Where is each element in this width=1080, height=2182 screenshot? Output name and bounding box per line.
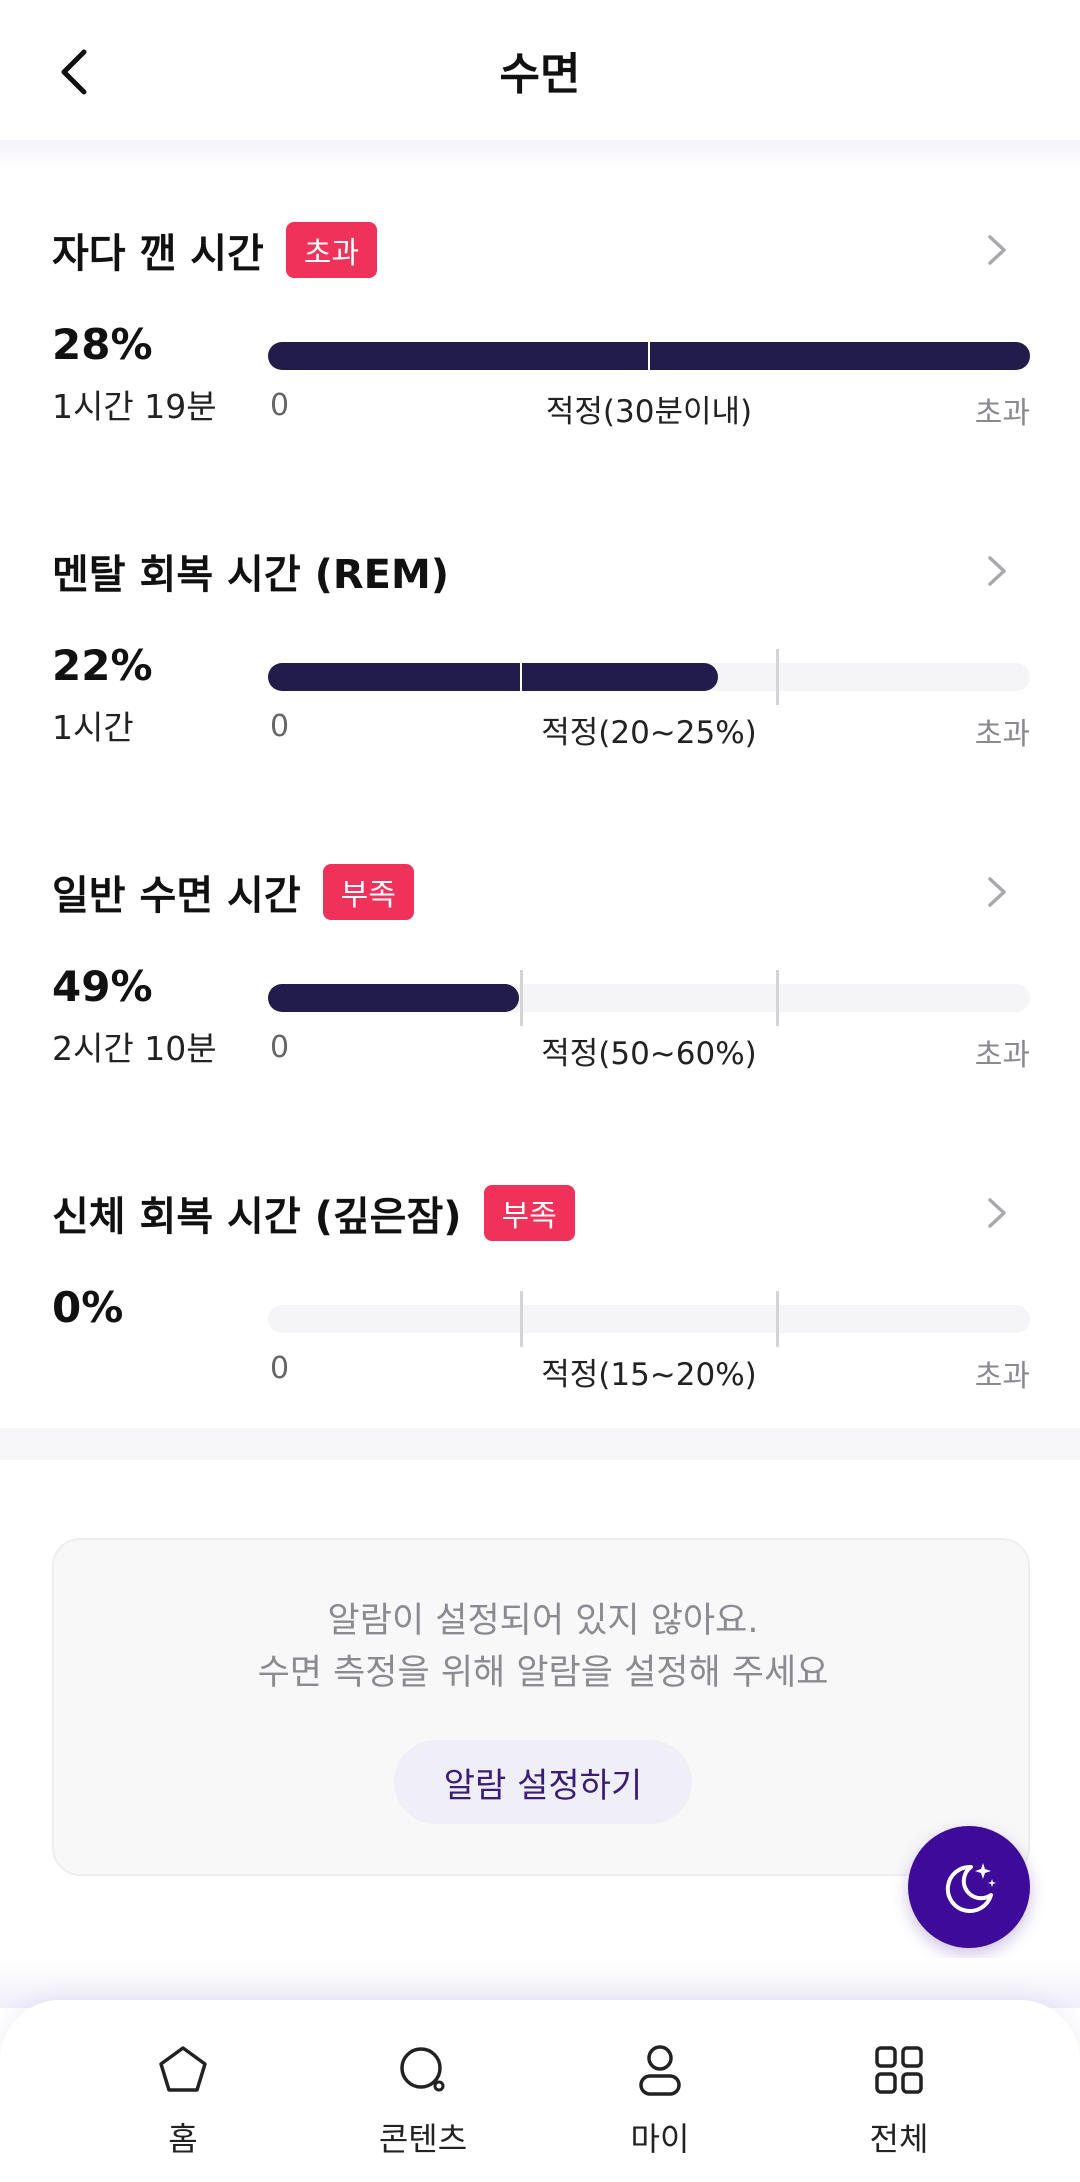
metric-rem-time[interactable]: 멘탈 회복 시간 (REM) 22% 1시간 0 적정(20~25%) 초과: [0, 541, 1080, 841]
alarm-message-line1: 알람이 설정되어 있지 않아요.: [327, 1601, 759, 1641]
progress-fill: [268, 984, 520, 1012]
chevron-right-icon[interactable]: [978, 553, 1014, 589]
metric-title-row: 일반 수면 시간 부족: [52, 862, 414, 922]
scale-end: 초과: [974, 1359, 1030, 1394]
scale-range-label: 적정(30분이내): [545, 394, 753, 430]
metric-duration: 1시간: [52, 708, 134, 747]
metric-title: 자다 깬 시간: [52, 231, 264, 277]
bottom-nav: 홈 콘텐츠 마이 전체: [0, 2000, 1080, 2182]
metric-duration: 1시간 19분: [52, 387, 217, 426]
metric-light-sleep-time[interactable]: 일반 수면 시간 부족 49% 2시간 10분 0 적정(50~60%) 초과: [0, 862, 1080, 1162]
search-icon: [400, 2047, 445, 2092]
status-badge: 초과: [285, 222, 378, 278]
range-marker-high: [776, 970, 779, 1026]
nav-label: 콘텐츠: [378, 2120, 468, 2158]
set-alarm-button[interactable]: 알람 설정하기: [394, 1740, 692, 1824]
metric-title: 멘탈 회복 시간 (REM): [52, 552, 450, 598]
range-marker-high: [776, 1291, 779, 1347]
range-marker-high: [776, 649, 779, 705]
nav-contents[interactable]: 콘텐츠: [343, 2040, 503, 2160]
page-title: 수면: [499, 49, 581, 100]
scale-end: 초과: [974, 1038, 1030, 1073]
metric-duration: 2시간 10분: [52, 1029, 217, 1068]
grid-icon: [875, 2046, 923, 2094]
scale-range-label: 적정(20~25%): [541, 715, 757, 751]
status-badge: 부족: [322, 864, 414, 920]
scale-range-label: 적정(50~60%): [541, 1036, 757, 1072]
metric-title-row: 신체 회복 시간 (깊은잠) 부족: [52, 1183, 575, 1243]
progress-fill: [268, 663, 718, 691]
nav-all[interactable]: 전체: [819, 2040, 979, 2160]
nav-my[interactable]: 마이: [580, 2040, 740, 2160]
sleep-fab-button[interactable]: [908, 1826, 1030, 1948]
metric-percent: 28%: [52, 320, 153, 369]
progress-track: [268, 649, 1030, 705]
metric-percent: 49%: [52, 962, 153, 1011]
scale-end: 초과: [974, 396, 1030, 431]
metric-awake-time[interactable]: 자다 깬 시간 초과 28% 1시간 19분 0 적정(30분이내) 초과: [0, 220, 1080, 520]
progress-track: [268, 970, 1030, 1026]
home-icon: [159, 2046, 207, 2092]
range-marker-low: [520, 1291, 523, 1347]
scale-end: 초과: [974, 717, 1030, 752]
nav-label: 마이: [630, 2120, 690, 2158]
progress-track: [268, 1291, 1030, 1347]
nav-home[interactable]: 홈: [103, 2040, 263, 2160]
nav-label: 전체: [869, 2120, 929, 2158]
metric-percent: 0%: [52, 1283, 124, 1332]
metric-title-row: 자다 깬 시간 초과: [52, 220, 378, 280]
metric-percent: 22%: [52, 641, 153, 690]
app-header: 수면: [0, 0, 1080, 140]
metric-title-row: 멘탈 회복 시간 (REM): [52, 541, 449, 601]
progress-track: [268, 342, 1030, 370]
moon-stars-icon: [945, 1863, 996, 1913]
range-marker: [648, 342, 650, 370]
metric-title: 일반 수면 시간: [52, 873, 301, 919]
person-icon: [639, 2045, 681, 2096]
header-shadow: [0, 140, 1080, 170]
alarm-message-line2: 수면 측정을 위해 알람을 설정해 주세요: [257, 1653, 829, 1693]
chevron-right-icon[interactable]: [978, 1195, 1014, 1231]
chevron-right-icon[interactable]: [978, 232, 1014, 268]
range-marker-low: [520, 663, 522, 691]
status-badge: 부족: [483, 1185, 575, 1241]
range-marker-low: [520, 970, 523, 1026]
section-divider: [0, 1428, 1080, 1460]
nav-label: 홈: [168, 2120, 198, 2158]
scale-range-label: 적정(15~20%): [541, 1357, 757, 1393]
chevron-right-icon[interactable]: [978, 874, 1014, 910]
metric-title: 신체 회복 시간 (깊은잠): [52, 1194, 462, 1240]
alarm-card: 알람이 설정되어 있지 않아요. 수면 측정을 위해 알람을 설정해 주세요 알…: [52, 1538, 1030, 1876]
